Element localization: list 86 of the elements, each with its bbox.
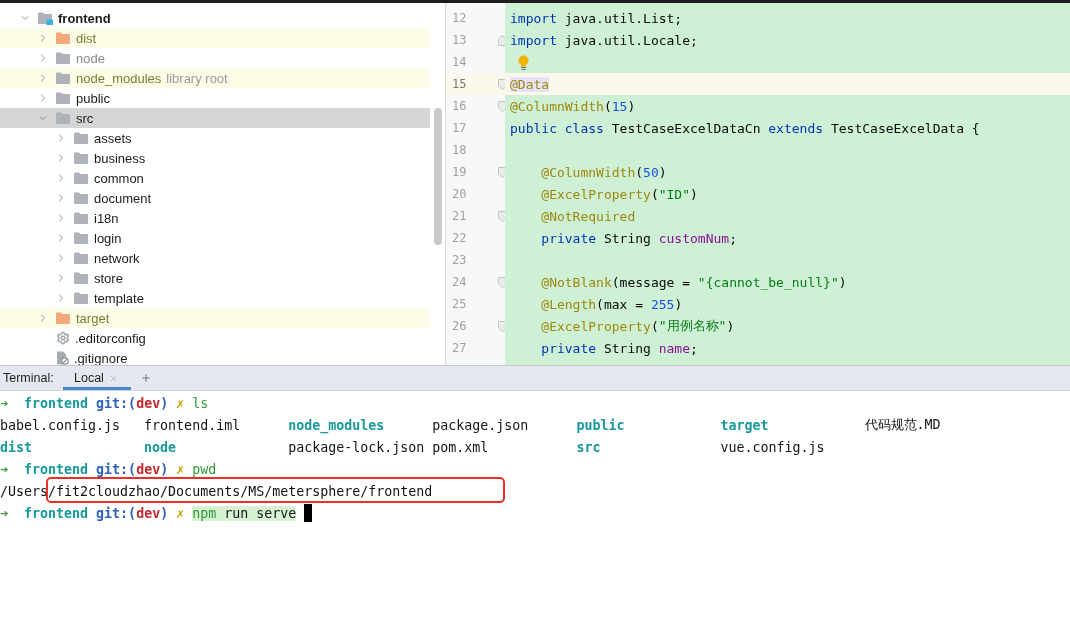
line-number: 23 (452, 253, 467, 267)
directory-name: node (144, 439, 177, 455)
tree-item-hint: library root (166, 70, 228, 86)
line-number: 25 (452, 297, 467, 311)
command-line: ➜ frontend git:(dev) ✗ ls (0, 395, 209, 411)
directory-name: dist (0, 439, 33, 455)
folder-icon (74, 131, 89, 145)
vertical-scrollbar[interactable] (433, 108, 442, 245)
line-number: 18 (452, 143, 467, 157)
tree-item[interactable]: login (0, 228, 430, 248)
line-number: 24 (452, 275, 467, 289)
code-line: private String customNum; (540, 229, 738, 248)
folder-icon (56, 71, 71, 85)
tree-item[interactable]: .editorconfig (0, 328, 430, 348)
line-number: 26 (452, 319, 467, 333)
line-number: 16 (452, 99, 467, 113)
tree-item[interactable]: business (0, 148, 430, 168)
line-number: 19 (452, 165, 467, 179)
code-line: @ExcelProperty("用例名称") (540, 317, 736, 336)
tree-item[interactable]: public (0, 88, 430, 108)
directory-name: src (576, 439, 601, 455)
file-name: package-lock.json (288, 439, 425, 455)
line-number: 13 (452, 33, 467, 47)
tree-item[interactable]: node (0, 48, 430, 68)
tree-item[interactable]: src (0, 108, 430, 128)
folder-icon (56, 31, 71, 45)
file-name: pom.xml (432, 439, 489, 455)
line-number: 15 (452, 77, 467, 91)
file-name: 代码规范.MD (864, 416, 941, 434)
line-number: 27 (452, 341, 467, 355)
code-line: import java.util.List; (509, 9, 684, 28)
terminal-label: Terminal: (2, 370, 55, 387)
tree-item[interactable]: dist (0, 28, 430, 48)
folder-icon (56, 311, 71, 325)
folder-icon (74, 231, 89, 245)
tree-item[interactable]: node_modules library root (0, 68, 430, 88)
folder-icon (38, 11, 53, 25)
folder-icon (74, 171, 89, 185)
code-line: @ColumnWidth(50) (540, 163, 668, 182)
line-number: 22 (452, 231, 467, 245)
tree-item[interactable]: i18n (0, 208, 430, 228)
plus-icon[interactable] (140, 372, 152, 384)
line-number: 14 (452, 55, 467, 69)
code-line: @NotRequired (540, 207, 637, 226)
command-line: ➜ frontend git:(dev) ✗ pwd (0, 461, 217, 477)
folder-icon (74, 291, 89, 305)
code-line: @ExcelProperty("ID") (540, 185, 699, 204)
code-line: @Length(max = 255) (540, 295, 684, 314)
tree-item[interactable]: template (0, 288, 430, 308)
folder-icon (56, 51, 71, 65)
file-name: babel.config.js (0, 417, 121, 433)
tree-item[interactable]: store (0, 268, 430, 288)
code-line: public class TestCaseExcelDataCn extends TestCaseExcelData { (509, 119, 981, 138)
file-name: vue.config.js (720, 439, 825, 455)
file-name: frontend.iml (144, 417, 241, 433)
code-line: @NotBlank(message = "{cannot_be_null}") (540, 273, 848, 292)
line-number: 17 (452, 121, 467, 135)
folder-icon (56, 111, 71, 125)
folder-icon (74, 151, 89, 165)
close-icon[interactable] (109, 373, 118, 383)
tree-item[interactable]: .gitignore (0, 348, 430, 365)
gear-icon (56, 331, 70, 345)
directory-name: target (720, 417, 769, 433)
tree-item[interactable]: assets (0, 128, 430, 148)
command-line: ➜ frontend git:(dev) ✗ npm run serve (0, 505, 297, 521)
folder-icon (56, 91, 71, 105)
code-line: private String name; (540, 339, 699, 358)
code-line: @ColumnWidth(15) (509, 97, 637, 116)
tree-item[interactable]: common (0, 168, 430, 188)
line-number: 21 (452, 209, 467, 223)
terminal-tab[interactable]: Local (63, 366, 131, 390)
light-bulb-icon[interactable] (518, 54, 529, 70)
folder-icon (74, 271, 89, 285)
tree-item[interactable]: document (0, 188, 430, 208)
folder-icon (74, 191, 89, 205)
tree-item[interactable]: frontend (0, 8, 430, 28)
folder-icon (74, 251, 89, 265)
code-line: import java.util.Locale; (509, 31, 699, 50)
tree-item[interactable]: target (0, 308, 430, 328)
file-name: package.json (432, 417, 529, 433)
folder-icon (74, 211, 89, 225)
line-number: 20 (452, 187, 467, 201)
line-number: 12 (452, 11, 467, 25)
tree-item[interactable]: network (0, 248, 430, 268)
directory-name: public (576, 417, 625, 433)
directory-name: node_modules (288, 417, 385, 433)
